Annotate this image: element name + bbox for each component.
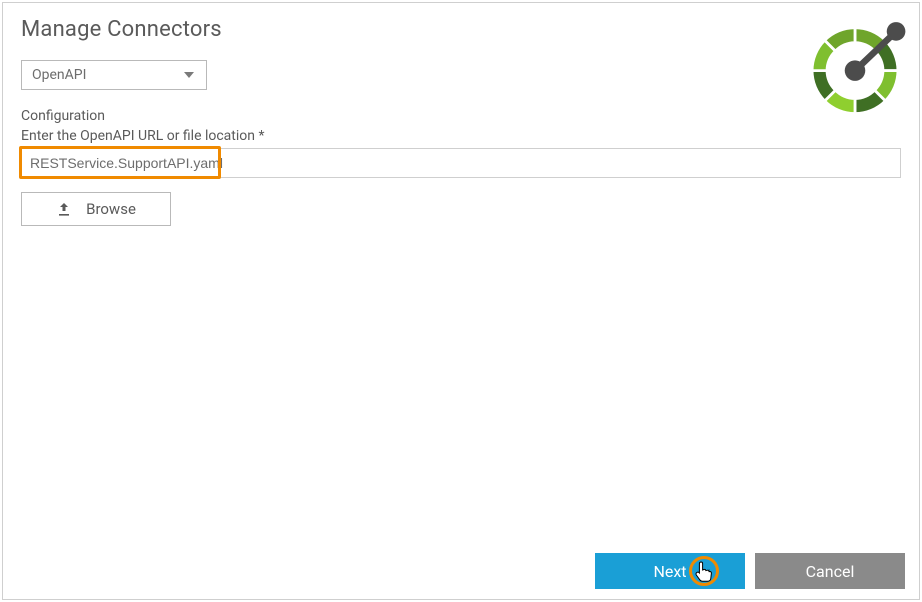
chevron-down-icon bbox=[184, 72, 194, 78]
openapi-url-input[interactable] bbox=[21, 148, 901, 178]
header: Manage Connectors bbox=[3, 3, 919, 48]
url-input-wrap bbox=[21, 148, 901, 178]
cancel-button-label: Cancel bbox=[806, 562, 855, 581]
configuration-section: Configuration Enter the OpenAPI URL or f… bbox=[3, 90, 919, 226]
pointer-cursor-icon bbox=[693, 560, 715, 588]
next-button-label: Next bbox=[653, 562, 686, 581]
cancel-button[interactable]: Cancel bbox=[755, 553, 905, 589]
highlight-ring bbox=[689, 556, 719, 586]
dialog-footer: Next Cancel bbox=[3, 543, 919, 599]
dialog-panel: Manage Connectors bbox=[2, 2, 920, 600]
connector-type-dropdown[interactable]: OpenAPI bbox=[21, 60, 207, 90]
upload-icon bbox=[56, 201, 72, 217]
next-button[interactable]: Next bbox=[595, 553, 745, 589]
browse-button[interactable]: Browse bbox=[21, 192, 171, 226]
configuration-label: Configuration bbox=[21, 108, 901, 124]
connector-logo bbox=[799, 9, 911, 121]
browse-button-label: Browse bbox=[86, 200, 136, 218]
dropdown-selected-label: OpenAPI bbox=[32, 67, 86, 83]
url-field-label: Enter the OpenAPI URL or file location * bbox=[21, 128, 901, 144]
page-title: Manage Connectors bbox=[21, 17, 901, 42]
